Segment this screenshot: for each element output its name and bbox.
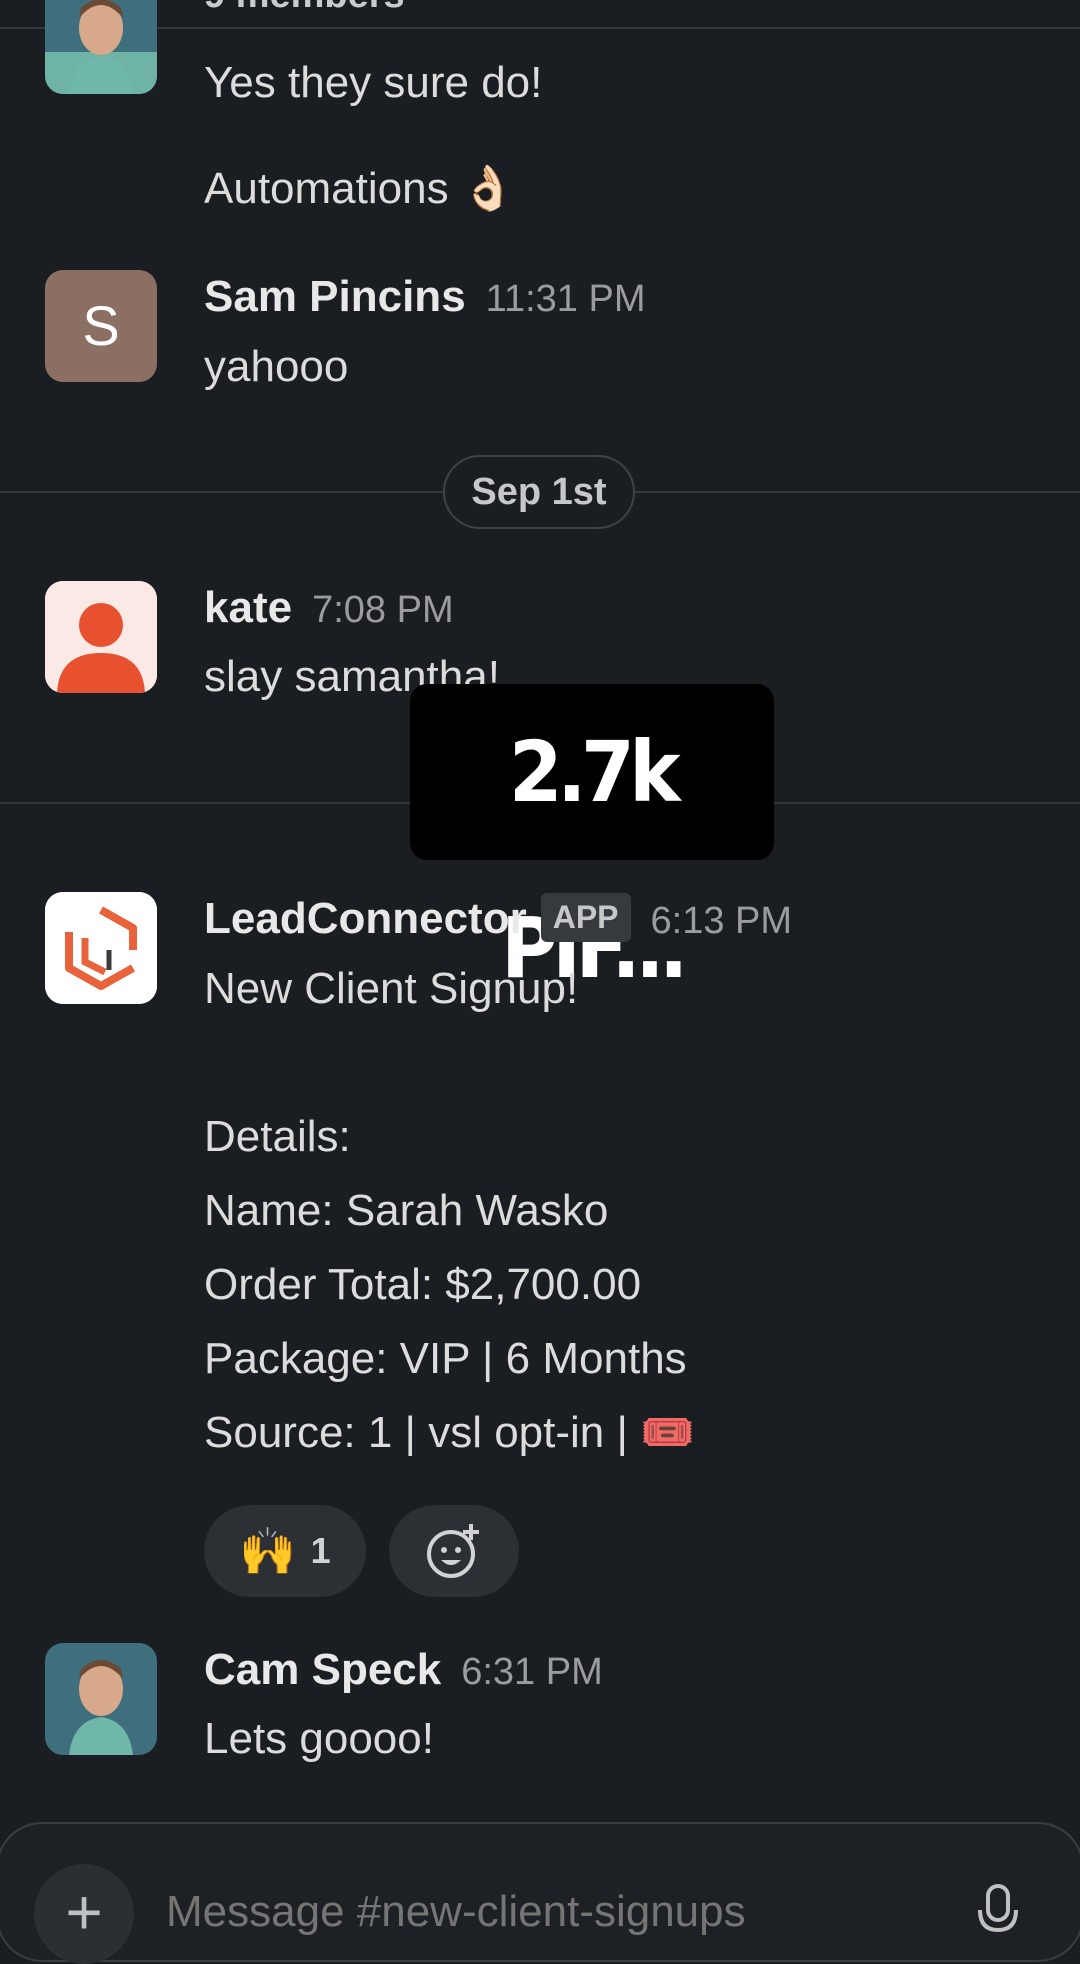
timestamp[interactable]: 6:13 PM <box>651 900 793 942</box>
avatar-cam[interactable] <box>45 1643 157 1755</box>
reaction-raised-hands[interactable]: 🙌 1 <box>204 1505 366 1597</box>
app-badge: APP <box>540 892 631 942</box>
avatar-sam[interactable]: S <box>45 270 157 382</box>
date-divider-pill[interactable]: Sep 1st <box>443 455 635 529</box>
author-name[interactable]: Cam Speck <box>204 1645 441 1694</box>
message-text: Yes they sure do! <box>204 58 543 107</box>
author-name[interactable]: Sam Pincins <box>204 272 466 321</box>
message-line: Package: VIP | 6 Months <box>204 1334 687 1383</box>
message-header: Sam Pincins 11:31 PM <box>204 272 646 322</box>
microphone-icon[interactable] <box>976 1884 1020 1940</box>
timestamp[interactable]: 6:31 PM <box>461 1651 603 1693</box>
message-line: Source: 1 | vsl opt-in | 🎟️ <box>204 1408 695 1457</box>
leadconnector-logo-icon <box>45 892 157 1004</box>
message-text: yahooo <box>204 342 349 391</box>
plus-icon: + <box>65 1876 103 1948</box>
message-line: Name: Sarah Wasko <box>204 1186 609 1235</box>
person-photo-icon <box>45 0 157 94</box>
add-attachment-button[interactable]: + <box>34 1864 134 1964</box>
message-line: Details: <box>204 1112 351 1161</box>
message-line: New Client Signup! <box>204 964 579 1013</box>
person-photo-icon <box>45 1643 157 1755</box>
default-user-icon <box>45 581 157 693</box>
message-header: kate 7:08 PM <box>204 583 454 633</box>
message-text: Lets goooo! <box>204 1714 434 1763</box>
message-header: LeadConnector APP 6:13 PM <box>204 892 793 946</box>
avatar-kate[interactable] <box>45 581 157 693</box>
timestamp[interactable]: 7:08 PM <box>312 589 454 631</box>
author-name[interactable]: LeadConnector <box>204 894 527 943</box>
add-reaction-icon <box>427 1524 479 1578</box>
header-divider <box>0 27 1080 29</box>
avatar-initial: S <box>82 294 120 357</box>
message-input[interactable] <box>164 1886 948 1938</box>
message-header: Cam Speck 6:31 PM <box>204 1645 603 1695</box>
raised-hands-emoji: 🙌 <box>239 1524 297 1577</box>
avatar-leadconnector[interactable] <box>45 892 157 1004</box>
avatar-cam-top[interactable] <box>45 0 157 94</box>
member-count[interactable]: 9 members <box>204 0 405 17</box>
video-caption-overlay: 2.7k PIF... <box>409 684 775 997</box>
add-reaction-button[interactable] <box>389 1505 519 1597</box>
message-line: Order Total: $2,700.00 <box>204 1260 642 1309</box>
timestamp[interactable]: 11:31 PM <box>486 278 646 320</box>
message-text: Automations 👌🏻 <box>204 164 516 213</box>
reaction-count: 1 <box>310 1530 331 1571</box>
author-name[interactable]: kate <box>204 583 292 632</box>
message-composer: + <box>0 1822 1080 1964</box>
